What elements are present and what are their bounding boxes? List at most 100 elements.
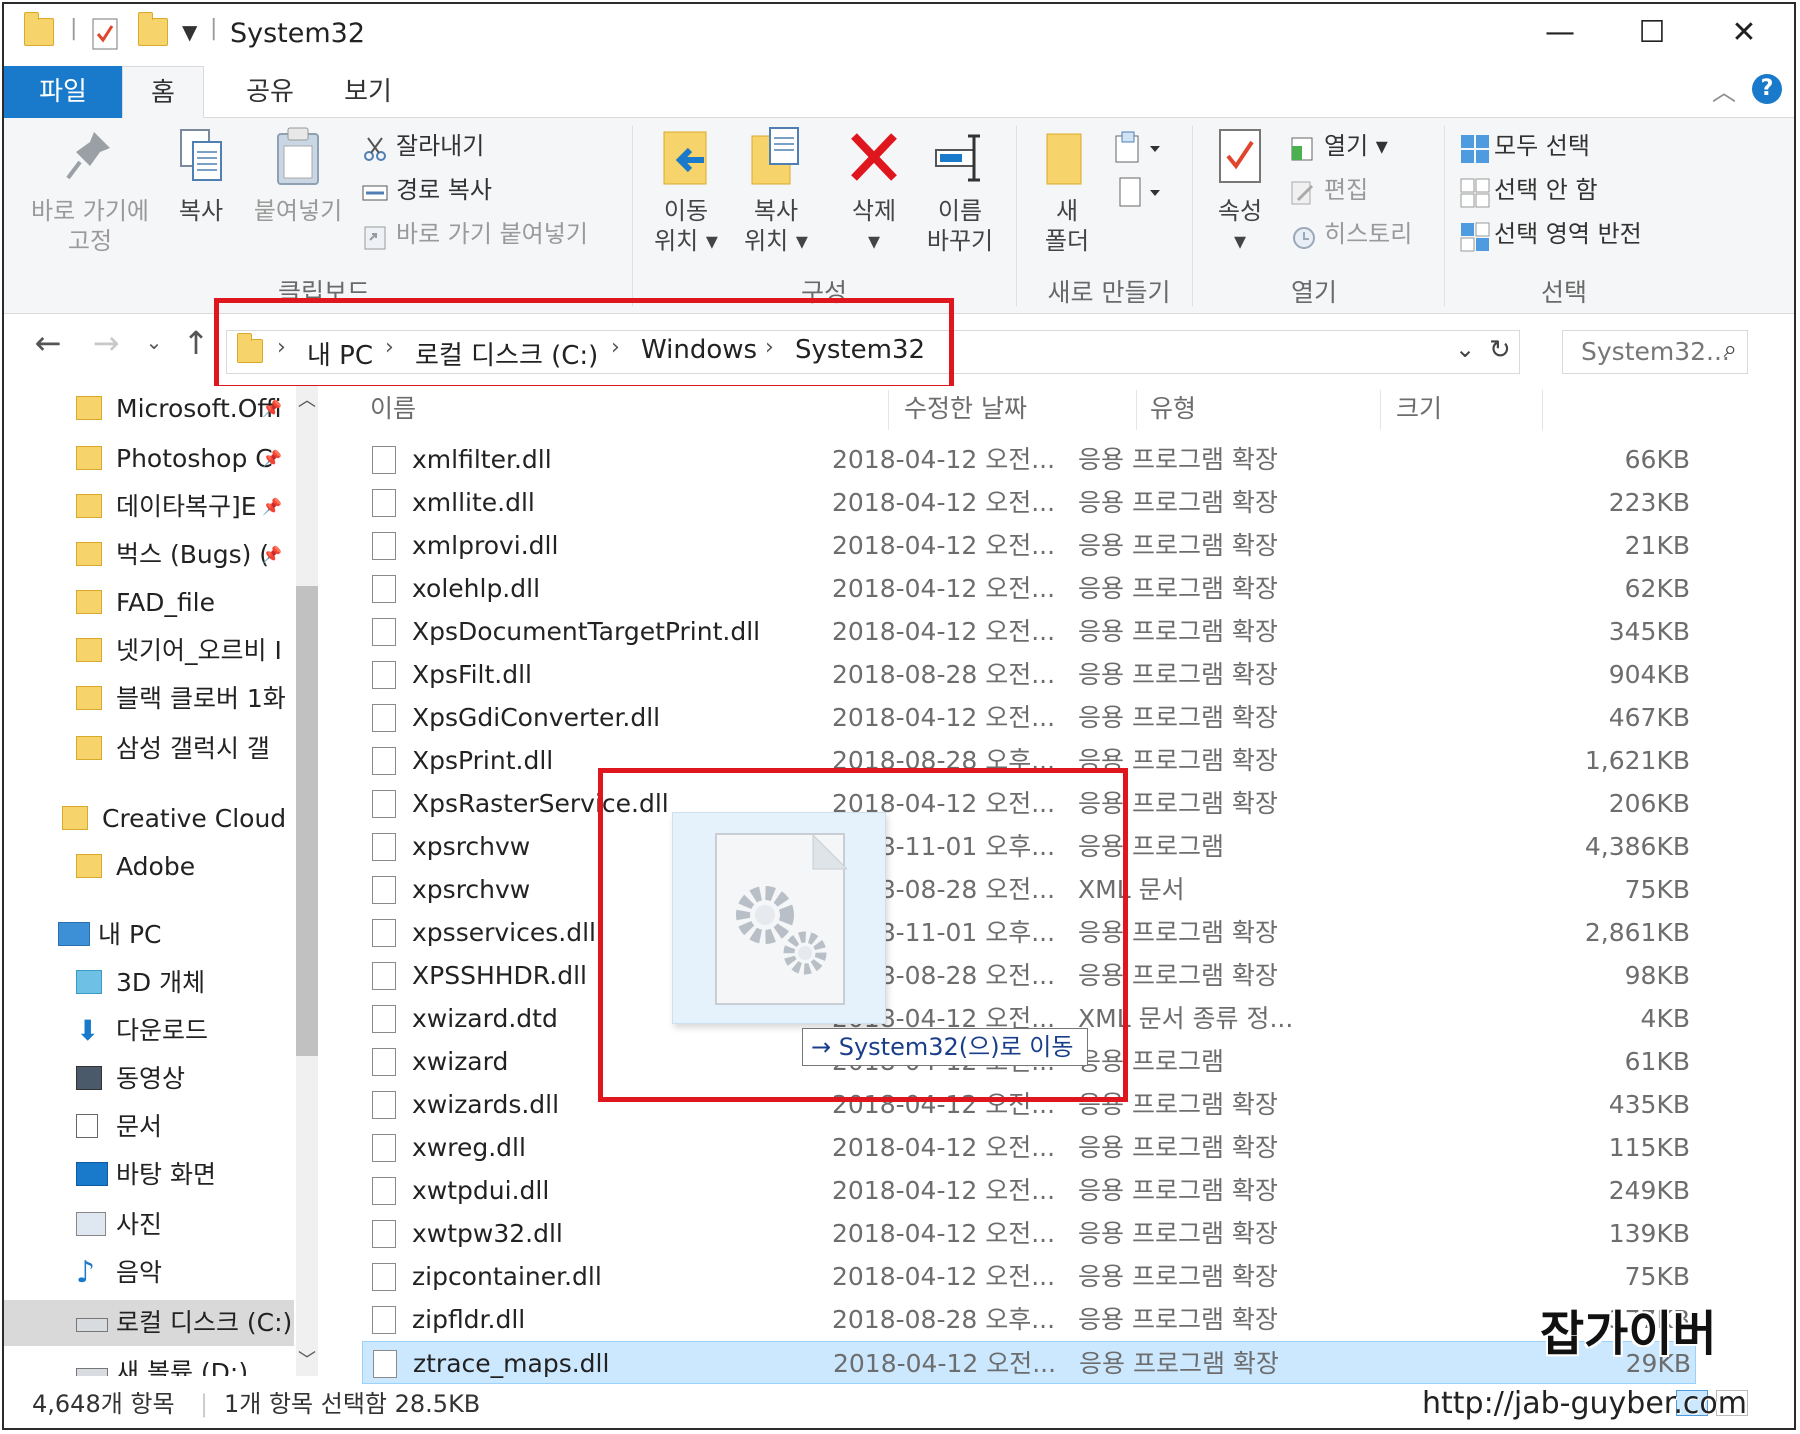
divider[interactable] xyxy=(1380,390,1381,430)
tab-file[interactable]: 파일 xyxy=(4,66,122,118)
divider[interactable] xyxy=(888,390,889,430)
copy-to-button[interactable]: 복사 위치 ▾ xyxy=(734,126,818,256)
nav-item[interactable]: 동영상 xyxy=(4,1056,294,1102)
paste-button[interactable]: 붙여넣기 xyxy=(248,126,348,226)
tab-share[interactable]: 공유 xyxy=(230,66,310,118)
file-type: 응용 프로그램 확장 xyxy=(1078,703,1278,732)
refresh-icon[interactable]: ↻ xyxy=(1489,335,1511,365)
move-to-button[interactable]: 이동 위치 ▾ xyxy=(644,126,728,256)
file-row[interactable]: ztrace_maps.dll 2018-04-12 오전... 응용 프로그램 확… xyxy=(362,1341,1696,1384)
cut-button[interactable]: 잘라내기 xyxy=(362,126,484,166)
column-header-date[interactable]: 수정한 날짜 xyxy=(904,386,1027,432)
address-dropdown-chevron-icon[interactable]: ⌄ xyxy=(1455,335,1475,363)
divider xyxy=(632,126,633,306)
pin-quick-access-button[interactable]: 바로 가기에 고정 xyxy=(20,126,160,256)
nav-item[interactable]: 데이타복구]E 📌 xyxy=(4,484,294,530)
nav-item-label: 사진 xyxy=(116,1210,163,1239)
history-label: 히스토리 xyxy=(1324,220,1413,248)
up-arrow-icon[interactable]: ↑ xyxy=(176,324,216,362)
move-to-icon xyxy=(660,126,712,188)
file-icon xyxy=(372,489,396,517)
nav-item[interactable]: 블랙 클로버 1화 xyxy=(4,676,294,722)
nav-item[interactable]: ⬇ 다운로드 xyxy=(4,1008,294,1054)
nav-item-label: 삼성 갤럭시 갤 xyxy=(116,734,270,763)
new-folder-quick-icon[interactable] xyxy=(138,12,168,52)
divider[interactable] xyxy=(1542,390,1543,430)
file-row[interactable]: xwtpw32.dll 2018-04-12 오전... 응용 프로그램 확장 139… xyxy=(362,1212,1696,1255)
file-row[interactable]: zipcontainer.dll 2018-04-12 오전... 응용 프로그램 … xyxy=(362,1255,1696,1298)
file-size: 345KB xyxy=(1608,617,1690,646)
easy-access-icon[interactable] xyxy=(1114,174,1162,214)
file-row[interactable]: XpsGdiConverter.dll 2018-04-12 오전... 응용 프로… xyxy=(362,696,1696,739)
scroll-up-chevron-icon[interactable]: ︿ xyxy=(298,386,316,412)
invert-selection-button[interactable]: 선택 영역 반전 xyxy=(1460,214,1642,254)
file-size: 61KB xyxy=(1624,1047,1690,1076)
select-all-button[interactable]: 모두 선택 xyxy=(1460,126,1590,166)
file-row[interactable]: zipfldr.dll 2018-08-28 오후... 응용 프로그램 확장 377… xyxy=(362,1298,1696,1341)
minimize-button[interactable]: — xyxy=(1514,4,1606,62)
nav-item[interactable]: 사진 xyxy=(4,1202,294,1248)
new-group-label: 새로 만들기 xyxy=(1047,278,1171,307)
file-row[interactable]: xolehlp.dll 2018-04-12 오전... 응용 프로그램 확장 62K… xyxy=(362,567,1696,610)
nav-item[interactable]: 삼성 갤럭시 갤 xyxy=(4,726,294,772)
copy-path-icon xyxy=(362,178,388,204)
customize-quick-access-icon[interactable]: ▼ xyxy=(182,20,197,54)
nav-item[interactable]: 로컬 디스크 (C:) xyxy=(4,1300,294,1346)
delete-button[interactable]: 삭제 ▾ xyxy=(834,126,914,256)
edit-button[interactable]: 편집 xyxy=(1290,170,1368,210)
nav-item[interactable]: Microsoft.Offi 📌 xyxy=(4,386,294,432)
copy-path-button[interactable]: 경로 복사 xyxy=(362,170,492,210)
back-arrow-icon[interactable]: ← xyxy=(28,324,68,362)
column-header-size[interactable]: 크기 xyxy=(1396,386,1442,432)
close-button[interactable]: ✕ xyxy=(1698,4,1790,62)
nav-item[interactable]: 새 볼륨 (D:) xyxy=(4,1350,294,1376)
forward-arrow-icon[interactable]: → xyxy=(86,324,126,362)
maximize-button[interactable]: ☐ xyxy=(1606,4,1698,62)
nav-item[interactable]: Adobe xyxy=(4,844,294,890)
properties-quick-icon[interactable] xyxy=(92,18,118,52)
file-row[interactable]: xwtpdui.dll 2018-04-12 오전... 응용 프로그램 확장 249… xyxy=(362,1169,1696,1212)
help-icon[interactable]: ? xyxy=(1752,74,1782,104)
divider[interactable] xyxy=(1136,390,1137,430)
file-row[interactable]: xmlfilter.dll 2018-04-12 오전... 응용 프로그램 확장 6… xyxy=(362,438,1696,481)
properties-button[interactable]: 속성 ▾ xyxy=(1200,126,1280,256)
open-icon xyxy=(1290,134,1316,161)
collapse-ribbon-icon[interactable]: ︿ xyxy=(1712,72,1736,107)
scroll-down-chevron-icon[interactable]: ﹀ xyxy=(298,1346,316,1372)
tab-home[interactable]: 홈 xyxy=(122,66,204,118)
rename-button[interactable]: 이름 바꾸기 xyxy=(918,126,1002,256)
nav-item-label: 동영상 xyxy=(116,1064,186,1093)
file-row[interactable]: xmlprovi.dll 2018-04-12 오전... 응용 프로그램 확장 21… xyxy=(362,524,1696,567)
file-icon xyxy=(372,919,396,947)
desktop-icon xyxy=(76,1162,108,1186)
nav-item[interactable]: FAD_file xyxy=(4,580,294,626)
file-row[interactable]: xwreg.dll 2018-04-12 오전... 응용 프로그램 확장 115KB xyxy=(362,1126,1696,1169)
file-row[interactable]: XpsFilt.dll 2018-08-28 오전... 응용 프로그램 확장 904… xyxy=(362,653,1696,696)
nav-item[interactable]: 바탕 화면 xyxy=(4,1152,294,1198)
search-input[interactable]: System32... ⌕ xyxy=(1562,330,1748,374)
nav-item[interactable]: 3D 개체 xyxy=(4,960,294,1006)
nav-item[interactable]: 넷기어_오르비 I xyxy=(4,628,294,674)
nav-item[interactable]: 벅스 (Bugs) (📌 xyxy=(4,532,294,578)
nav-item[interactable]: Creative Cloud Fil xyxy=(4,796,294,842)
open-button[interactable]: 열기 ▾ xyxy=(1290,126,1388,166)
copy-button[interactable]: 복사 xyxy=(166,126,236,226)
column-header-name[interactable]: 이름 xyxy=(370,386,416,432)
paste-shortcut-button[interactable]: 바로 가기 붙여넣기 xyxy=(362,214,588,254)
new-item-icon[interactable] xyxy=(1114,130,1162,170)
file-row[interactable]: xmllite.dll 2018-04-12 오전... 응용 프로그램 확장 223… xyxy=(362,481,1696,524)
nav-item-label: 다운로드 xyxy=(116,1016,209,1045)
nav-scroll-thumb[interactable] xyxy=(296,586,318,1056)
nav-item[interactable]: 문서 xyxy=(4,1104,294,1150)
tab-view[interactable]: 보기 xyxy=(328,66,408,118)
select-none-button[interactable]: 선택 안 함 xyxy=(1460,170,1598,210)
nav-scrollbar[interactable]: ︿ ﹀ xyxy=(296,386,318,1376)
nav-item[interactable]: 내 PC xyxy=(4,912,294,958)
nav-item[interactable]: ♪ 음악 xyxy=(4,1250,294,1296)
history-button[interactable]: 히스토리 xyxy=(1290,214,1412,254)
column-header-type[interactable]: 유형 xyxy=(1150,386,1196,432)
recent-locations-chevron-icon[interactable]: ⌄ xyxy=(134,330,174,354)
nav-item[interactable]: Photoshop C 📌 xyxy=(4,436,294,482)
new-folder-button[interactable]: 새 폴더 xyxy=(1032,126,1102,256)
file-row[interactable]: XpsDocumentTargetPrint.dll 2018-04-12 오전.… xyxy=(362,610,1696,653)
